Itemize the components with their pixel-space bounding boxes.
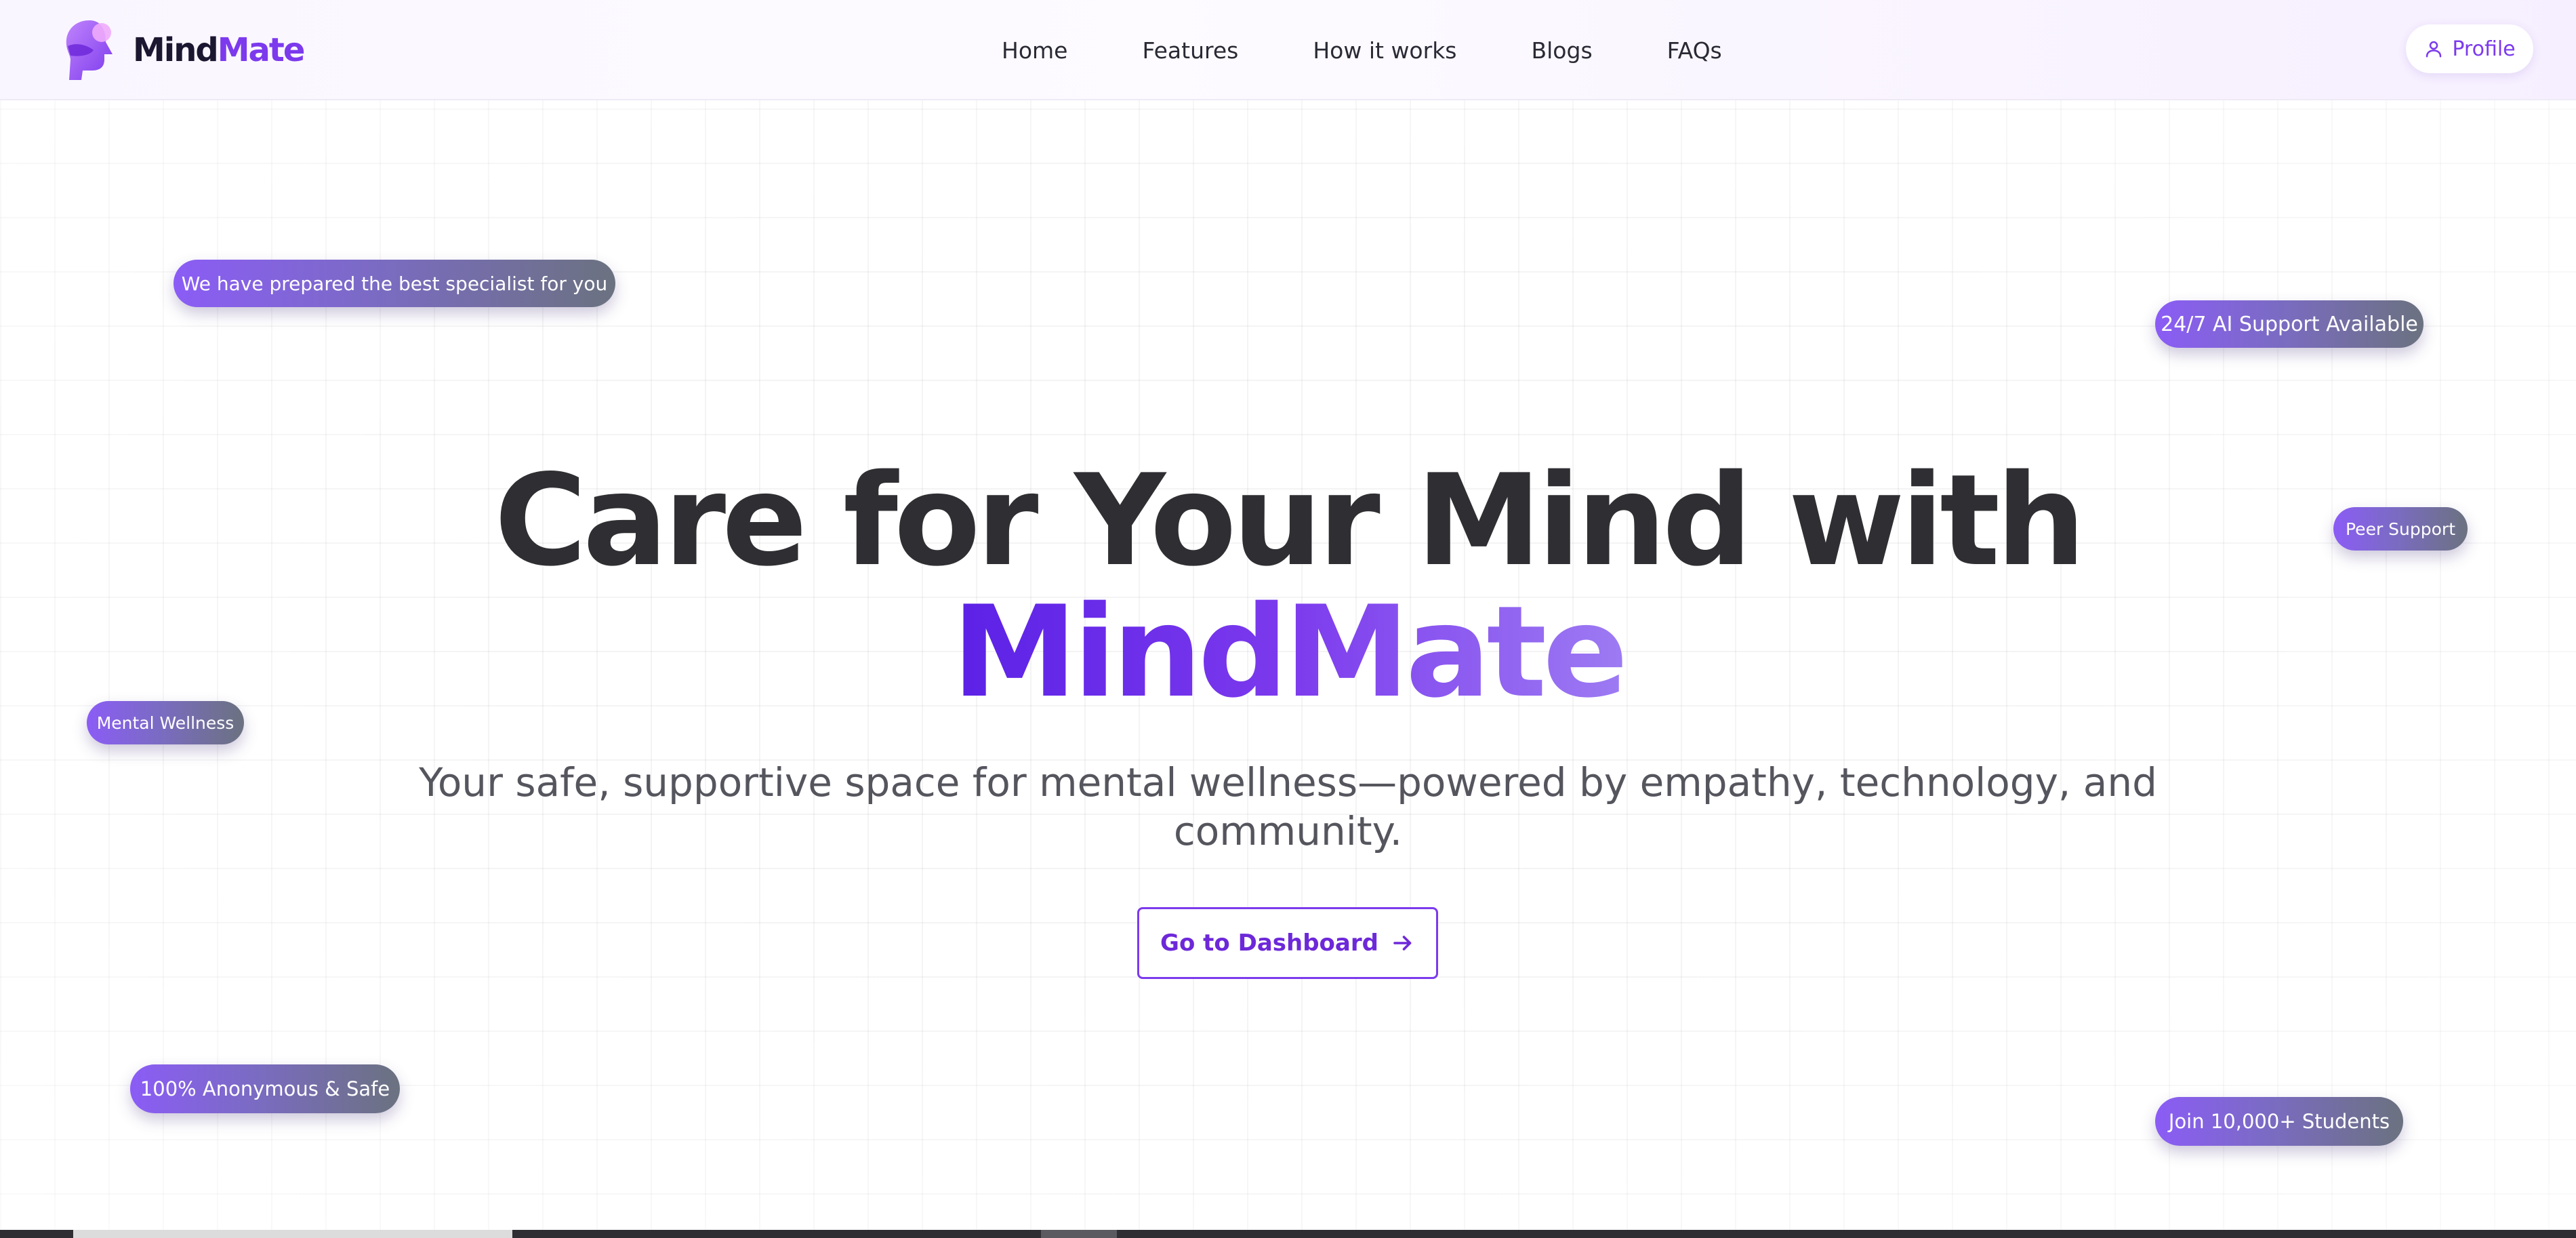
hero-title: Care for Your Mind with xyxy=(494,447,2085,594)
nav-link-home[interactable]: Home xyxy=(1002,37,1067,64)
brain-head-icon xyxy=(66,20,113,80)
badge-ai-support: 24/7 AI Support Available xyxy=(2155,300,2424,348)
nav-link-how-it-works[interactable]: How it works xyxy=(1313,37,1456,64)
hero-title-brand: MindMate xyxy=(952,578,1628,725)
badge-students: Join 10,000+ Students xyxy=(2155,1097,2403,1146)
hero-title-brand-line: MindMate xyxy=(0,584,2576,720)
logo-text: MindMate xyxy=(133,31,306,69)
go-to-dashboard-button[interactable]: Go to Dashboard xyxy=(1137,907,1438,979)
badge-peer-support: Peer Support xyxy=(2333,507,2468,551)
hero-subtitle: Your safe, supportive space for mental w… xyxy=(419,759,2157,854)
logo-text-mind: Mind xyxy=(133,31,219,69)
nav-link-blogs[interactable]: Blogs xyxy=(1532,37,1593,64)
badge-specialist: We have prepared the best specialist for… xyxy=(173,260,615,307)
scrollbar-segment xyxy=(1041,1230,1117,1238)
nav-links: Home Features How it works Blogs FAQs xyxy=(1002,30,1722,71)
nav-link-features[interactable]: Features xyxy=(1142,37,1238,64)
nav-link-faqs[interactable]: FAQs xyxy=(1667,37,1722,64)
horizontal-scrollbar[interactable] xyxy=(0,1230,2576,1238)
navbar: MindMate Home Features How it works Blog… xyxy=(0,0,2576,100)
arrow-right-icon xyxy=(1393,936,1412,951)
badge-anonymous: 100% Anonymous & Safe xyxy=(130,1064,400,1113)
logo[interactable]: MindMate xyxy=(62,18,306,83)
logo-text-mate: Mate xyxy=(217,31,306,69)
page: MindMate Home Features How it works Blog… xyxy=(0,0,2576,1238)
profile-button[interactable]: Profile xyxy=(2406,24,2533,73)
profile-label: Profile xyxy=(2452,37,2516,61)
go-to-dashboard-label: Go to Dashboard xyxy=(1160,930,1378,957)
user-icon xyxy=(2426,41,2442,58)
scrollbar-thumb[interactable] xyxy=(73,1230,512,1238)
badge-mental-wellness: Mental Wellness xyxy=(87,701,244,744)
